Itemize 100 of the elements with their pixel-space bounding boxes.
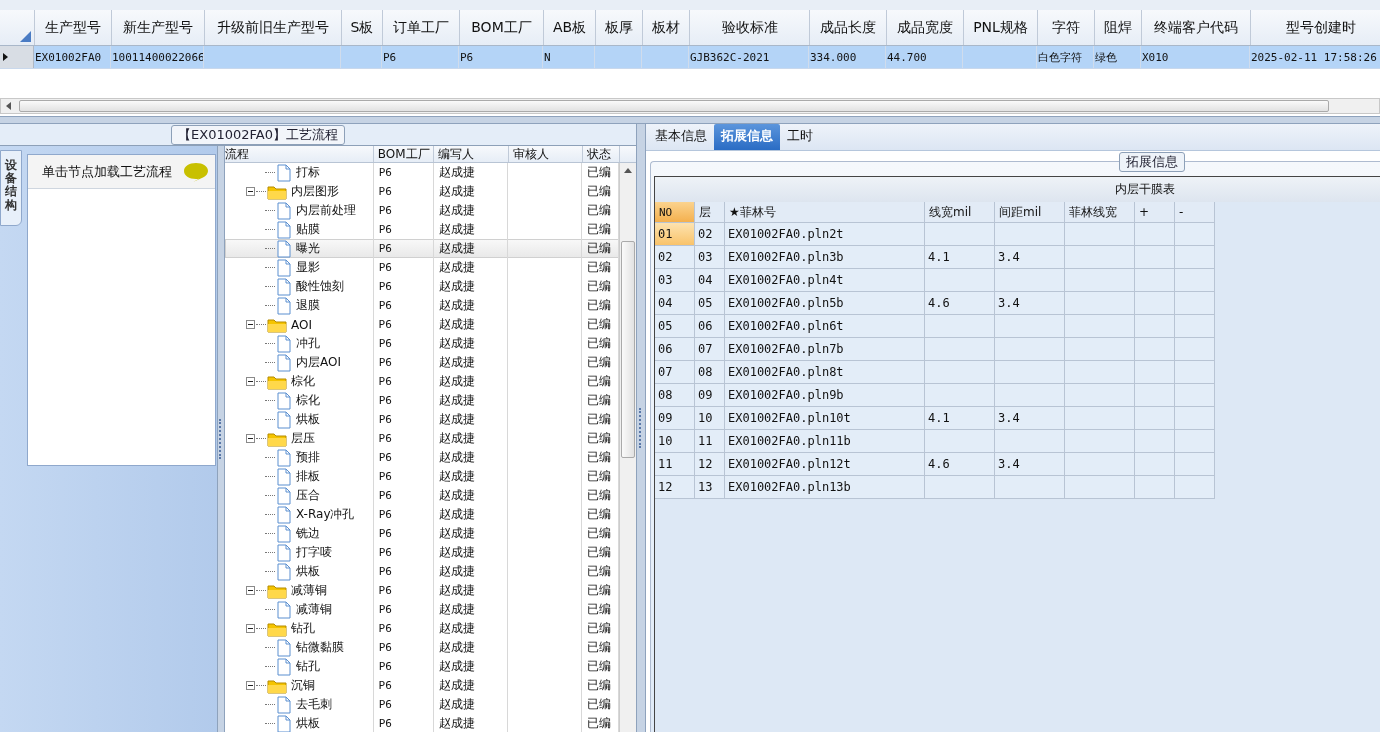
- column-header[interactable]: S板: [342, 10, 383, 45]
- column-header[interactable]: 订单工厂: [383, 10, 460, 45]
- tree-node[interactable]: 内层图形: [288, 183, 339, 200]
- collapse-icon[interactable]: [246, 187, 255, 196]
- collapse-icon[interactable]: [246, 681, 255, 690]
- column-header[interactable]: 升级前旧生产型号: [205, 10, 342, 45]
- file-icon: [276, 258, 292, 277]
- tree-node[interactable]: 烘板: [293, 563, 320, 580]
- column-header[interactable]: +: [1135, 202, 1175, 223]
- row-number-cell[interactable]: 09: [655, 407, 695, 430]
- table-cell: 已编: [587, 487, 612, 504]
- file-icon: [276, 524, 292, 543]
- tree-node[interactable]: 钻微黏膜: [293, 639, 344, 656]
- column-header[interactable]: BOM工厂: [460, 10, 544, 45]
- tree-node[interactable]: 减薄铜: [293, 601, 332, 618]
- column-header[interactable]: PNL规格: [964, 10, 1038, 45]
- column-header[interactable]: 菲林线宽: [1065, 202, 1135, 223]
- row-number-cell[interactable]: 07: [655, 361, 695, 384]
- row-number-cell[interactable]: 02: [655, 246, 695, 269]
- tree-node[interactable]: 贴膜: [293, 221, 320, 238]
- tree-node[interactable]: 烘板: [293, 411, 320, 428]
- table-cell: [1065, 407, 1135, 430]
- tree-node[interactable]: 冲孔: [293, 335, 320, 352]
- collapse-icon[interactable]: [246, 320, 255, 329]
- tree-node[interactable]: 减薄铜: [288, 582, 327, 599]
- column-header[interactable]: -: [1175, 202, 1215, 223]
- row-number-cell[interactable]: 08: [655, 384, 695, 407]
- tree-node[interactable]: 内层前处理: [293, 202, 356, 219]
- tree-node[interactable]: 钻孔: [293, 658, 320, 675]
- table-cell: EX01002FA0.pln5b: [725, 292, 925, 315]
- collapse-icon[interactable]: [246, 434, 255, 443]
- tree-node[interactable]: 排板: [293, 468, 320, 485]
- tree-node[interactable]: AOI: [288, 317, 312, 332]
- column-header[interactable]: 新生产型号: [112, 10, 205, 45]
- row-number-cell[interactable]: 11: [655, 453, 695, 476]
- column-header[interactable]: 线宽mil: [925, 202, 995, 223]
- tree-node[interactable]: 钻孔: [288, 620, 315, 637]
- row-number-cell[interactable]: 12: [655, 476, 695, 499]
- collapse-icon[interactable]: [246, 586, 255, 595]
- column-header[interactable]: 型号创建时: [1251, 10, 1380, 45]
- column-header[interactable]: 成品长度: [810, 10, 887, 45]
- tree-node[interactable]: 曝光: [293, 240, 320, 257]
- column-header[interactable]: 编写人: [434, 146, 509, 162]
- tree-node[interactable]: 打标: [293, 164, 320, 181]
- table-cell: P6: [378, 679, 392, 692]
- collapse-icon[interactable]: [246, 377, 255, 386]
- tree-node[interactable]: 打字唛: [293, 544, 332, 561]
- row-number-cell[interactable]: 05: [655, 315, 695, 338]
- column-header[interactable]: AB板: [544, 10, 596, 45]
- side-tab[interactable]: 设备结构: [0, 150, 22, 226]
- column-header[interactable]: 成品宽度: [887, 10, 964, 45]
- column-header[interactable]: 阻焊: [1095, 10, 1142, 45]
- table-cell: 12: [695, 453, 725, 476]
- tree-node[interactable]: X-Ray冲孔: [293, 506, 355, 523]
- tree-node[interactable]: 酸性蚀刻: [293, 278, 344, 295]
- column-header[interactable]: 字符: [1038, 10, 1095, 45]
- table-cell: 4.6: [925, 292, 995, 315]
- tree-node[interactable]: 铣边: [293, 525, 320, 542]
- row-number-cell[interactable]: 10: [655, 430, 695, 453]
- tree-node[interactable]: 烘板: [293, 715, 320, 732]
- vertical-scrollbar[interactable]: [619, 163, 636, 732]
- table-cell: 赵成捷: [438, 316, 475, 333]
- tree-node[interactable]: 沉铜: [288, 677, 315, 694]
- column-header[interactable]: 流程: [225, 146, 374, 162]
- horizontal-scrollbar[interactable]: [0, 98, 1380, 114]
- column-header[interactable]: 板材: [643, 10, 690, 45]
- table-cell: 2025-02-11 17:58:26: [1251, 50, 1377, 64]
- tree-node[interactable]: 显影: [293, 259, 320, 276]
- column-header[interactable]: ★菲林号: [725, 202, 925, 223]
- table-cell: 04: [695, 269, 725, 292]
- column-header[interactable]: 间距mil: [995, 202, 1065, 223]
- tab[interactable]: 工时: [780, 124, 820, 150]
- column-header[interactable]: 生产型号: [35, 10, 112, 45]
- row-number-cell[interactable]: 04: [655, 292, 695, 315]
- row-number-cell[interactable]: 01: [655, 223, 695, 246]
- tree-node[interactable]: 内层AOI: [293, 354, 341, 371]
- row-number-cell[interactable]: 06: [655, 338, 695, 361]
- table-cell: 赵成捷: [439, 202, 476, 219]
- table-cell: 已编: [587, 582, 612, 599]
- column-header[interactable]: BOM工厂: [373, 146, 435, 162]
- column-header[interactable]: NO: [655, 202, 695, 223]
- tree-node[interactable]: 棕化: [293, 392, 320, 409]
- tree-node[interactable]: 压合: [293, 487, 320, 504]
- tree-node[interactable]: 层压: [288, 430, 315, 447]
- table-cell: 已编: [587, 639, 612, 656]
- tree-node[interactable]: 预排: [293, 449, 320, 466]
- column-header[interactable]: 板厚: [596, 10, 643, 45]
- tree-node[interactable]: 棕化: [288, 373, 315, 390]
- column-header[interactable]: 层: [695, 202, 725, 223]
- column-header[interactable]: 审核人: [508, 146, 584, 162]
- column-header[interactable]: 状态: [583, 146, 620, 162]
- column-header[interactable]: 验收标准: [690, 10, 810, 45]
- row-number-cell[interactable]: 03: [655, 269, 695, 292]
- table-cell: 赵成捷: [439, 563, 476, 580]
- tree-node[interactable]: 去毛刺: [293, 696, 332, 713]
- tab[interactable]: 基本信息: [648, 124, 714, 150]
- tree-node[interactable]: 退膜: [293, 297, 320, 314]
- column-header[interactable]: 终端客户代码: [1142, 10, 1251, 45]
- tab[interactable]: 拓展信息: [714, 124, 780, 150]
- collapse-icon[interactable]: [246, 624, 255, 633]
